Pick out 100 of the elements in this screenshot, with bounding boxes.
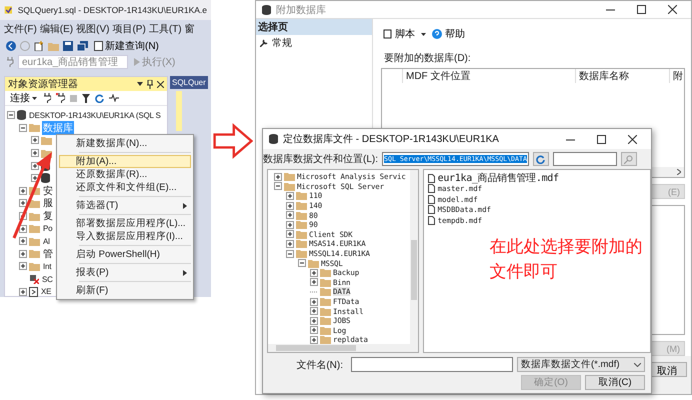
tree-item[interactable]: 安 <box>42 184 54 198</box>
expand-icon[interactable] <box>19 288 27 296</box>
plug-icon[interactable] <box>44 93 51 103</box>
column-header[interactable]: 数据库名称 <box>575 69 669 83</box>
tree-item[interactable]: 服 <box>42 196 54 210</box>
database-dropdown[interactable]: eur1ka_商品销售管理 <box>18 55 128 69</box>
wrench-icon <box>260 39 268 47</box>
filter-icon[interactable] <box>82 94 90 102</box>
expand-icon[interactable] <box>286 192 294 200</box>
collapse-icon[interactable] <box>274 182 282 190</box>
expand-icon[interactable] <box>19 262 27 270</box>
menu-item[interactable]: 刷新(F) <box>59 284 191 297</box>
menu-item[interactable]: 还原文件和文件组(E)... <box>59 181 191 194</box>
expand-icon[interactable] <box>286 211 294 220</box>
chevron-down-icon <box>634 362 641 366</box>
menu-item[interactable]: 新建数据库(N)... <box>59 137 191 150</box>
tree-item[interactable]: Al <box>42 236 51 246</box>
close-icon[interactable] <box>157 80 164 88</box>
expand-icon[interactable] <box>310 298 318 306</box>
expand-icon[interactable] <box>310 316 318 325</box>
menu-item[interactable]: 视图(V) <box>76 22 110 36</box>
column-header[interactable]: 附 <box>669 69 684 83</box>
search-icon <box>624 154 634 164</box>
scroll-right-icon[interactable] <box>677 169 681 175</box>
expand-icon[interactable] <box>31 149 39 158</box>
new-query-button[interactable]: 新建查询(N) <box>92 39 161 53</box>
menu-item[interactable]: 编辑(E) <box>40 22 74 36</box>
file-type-dropdown[interactable]: 数据库数据文件(*.mdf) <box>517 357 645 372</box>
expand-icon[interactable] <box>19 237 27 246</box>
tree-item[interactable]: XE <box>40 287 52 296</box>
menu-item[interactable]: 项目(P) <box>112 22 146 36</box>
collapse-icon[interactable] <box>19 124 27 132</box>
collapse-icon[interactable] <box>298 259 306 268</box>
folder-icon <box>320 297 331 306</box>
folder-icon <box>29 212 40 221</box>
expand-icon[interactable] <box>310 278 318 286</box>
menu-item[interactable]: 启动 PowerShell(H) <box>59 248 191 261</box>
expand-icon[interactable] <box>286 202 294 210</box>
column-header[interactable]: MDF 文件位置 <box>402 69 575 83</box>
expand-icon[interactable] <box>19 199 27 208</box>
collapse-icon[interactable] <box>7 111 15 120</box>
expand-icon[interactable] <box>19 186 27 195</box>
tree-item[interactable]: SC <box>41 274 54 284</box>
caret-icon[interactable] <box>137 82 143 86</box>
save-icon[interactable] <box>63 41 73 51</box>
vertical-scrollbar[interactable] <box>410 170 418 344</box>
menu-item[interactable]: 筛选器(T) <box>59 199 191 212</box>
document-tab[interactable]: SQLQuer <box>170 76 208 89</box>
expand-icon[interactable] <box>310 307 318 316</box>
save-all-icon[interactable] <box>77 41 88 51</box>
new-item-icon[interactable] <box>34 41 44 51</box>
cancel-button[interactable]: 取消(C) <box>585 375 645 390</box>
folder-icon <box>29 262 40 271</box>
close-icon[interactable] <box>628 134 637 144</box>
tree-item[interactable]: 复 <box>42 209 54 224</box>
expand-icon[interactable] <box>286 230 294 238</box>
tree-item[interactable]: 管 <box>42 246 54 261</box>
expand-icon[interactable] <box>286 240 294 248</box>
folder-icon <box>320 278 331 287</box>
disconnect-icon[interactable] <box>56 93 65 103</box>
menu-item[interactable]: 导入数据层应用程序(I)... <box>59 230 191 243</box>
expand-icon[interactable] <box>31 162 39 170</box>
expand-icon[interactable] <box>274 172 282 181</box>
tree-item[interactable]: Po <box>42 224 54 234</box>
activity-icon[interactable] <box>109 94 119 102</box>
tree-item[interactable]: Int <box>42 262 52 271</box>
menu-item[interactable]: 窗 <box>184 22 195 36</box>
expand-icon[interactable] <box>310 268 318 277</box>
expand-icon[interactable] <box>310 326 318 334</box>
file-item[interactable]: eur1ka_商品销售管理.mdf <box>438 171 559 186</box>
expand-icon[interactable] <box>31 174 39 182</box>
page-item[interactable]: 常规 <box>256 35 372 51</box>
menu-item[interactable]: 部署数据层应用程序(L)... <box>59 217 191 230</box>
pin-icon[interactable] <box>147 80 153 88</box>
help-button[interactable]: 帮助 <box>430 27 467 41</box>
menu-item[interactable]: 报表(P) <box>59 266 191 279</box>
expand-icon[interactable] <box>310 336 318 344</box>
maximize-icon[interactable] <box>637 5 646 14</box>
close-icon[interactable] <box>668 5 677 14</box>
maximize-icon[interactable] <box>597 134 606 144</box>
search-field[interactable] <box>552 152 617 166</box>
refresh-button[interactable] <box>532 152 549 166</box>
refresh-icon[interactable] <box>95 94 104 102</box>
folder-icon <box>296 239 307 248</box>
horizontal-scrollbar[interactable] <box>268 344 418 352</box>
script-button[interactable]: 脚本 <box>381 27 417 41</box>
menu-item[interactable]: 文件(F) <box>4 22 37 36</box>
back-icon[interactable] <box>6 41 16 51</box>
tree-item[interactable]: DESKTOP-1R143KU\EUR1KA (SQL S <box>28 110 162 120</box>
expand-icon[interactable] <box>19 250 27 258</box>
menu-item[interactable]: 附加(A)... <box>59 155 191 168</box>
filename-field[interactable] <box>351 357 513 372</box>
expand-icon[interactable] <box>31 136 39 144</box>
menu-item[interactable]: 还原数据库(R)... <box>59 168 191 181</box>
caret-icon[interactable] <box>421 32 426 36</box>
menu-item[interactable]: 工具(T) <box>148 22 182 36</box>
connect-button[interactable]: 连接 <box>8 91 39 105</box>
expand-icon[interactable] <box>286 220 294 229</box>
collapse-icon[interactable] <box>286 250 294 258</box>
expand-icon[interactable] <box>19 224 27 233</box>
